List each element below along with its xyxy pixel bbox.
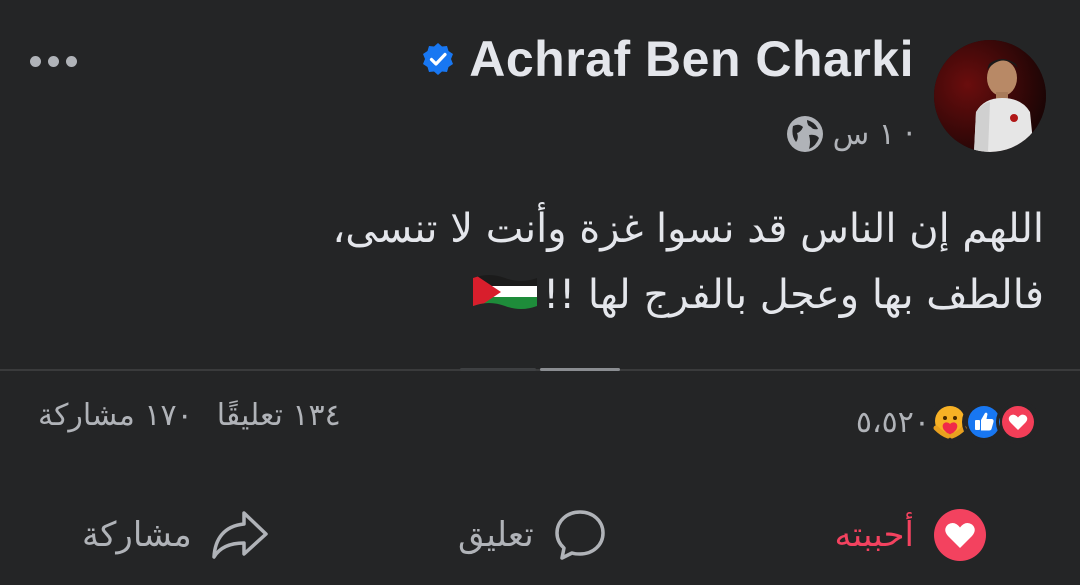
verified-badge-icon xyxy=(423,43,454,75)
like-button-label: أحببته xyxy=(834,515,914,555)
author-name[interactable]: Achraf Ben Charki xyxy=(469,30,914,88)
avatar-image xyxy=(934,40,1046,152)
post-body: اللهم إن الناس قد نسوا غزة وأنت لا تنسى،… xyxy=(144,196,1044,328)
palestine-flag-icon xyxy=(473,275,538,309)
post-timestamp[interactable]: ١ س · xyxy=(833,117,914,152)
more-options-button[interactable] xyxy=(30,56,77,67)
comment-button-label: تعليق xyxy=(458,515,534,555)
reaction-count: ٥،٥٢٠ xyxy=(855,404,930,440)
comment-bubble-icon xyxy=(555,510,605,560)
post-text: اللهم إن الناس قد نسوا غزة وأنت لا تنسى،… xyxy=(332,206,1044,318)
reactions-summary[interactable]: ٥،٥٢٠ xyxy=(856,400,1040,444)
more-dot-icon xyxy=(66,56,77,67)
globe-icon[interactable] xyxy=(785,114,825,154)
share-button-label: مشاركة xyxy=(82,515,192,555)
image-indicator xyxy=(460,368,536,371)
comment-button[interactable]: تعليق xyxy=(458,505,608,565)
share-arrow-icon xyxy=(212,511,268,559)
more-dot-icon xyxy=(48,56,59,67)
love-reaction-icon xyxy=(996,400,1040,444)
share-button[interactable]: مشاركة xyxy=(82,505,270,565)
like-button[interactable]: أحببته xyxy=(835,505,988,565)
more-dot-icon xyxy=(30,56,41,67)
post-actions-bar: أحببته تعليق مشاركة xyxy=(0,505,1080,565)
image-indicator-active xyxy=(540,368,620,371)
comment-count[interactable]: ١٣٤ تعليقًا xyxy=(217,398,341,433)
love-reaction-icon xyxy=(934,509,986,561)
avatar[interactable] xyxy=(934,40,1046,152)
share-count[interactable]: ١٧٠ مشاركة xyxy=(38,398,193,433)
